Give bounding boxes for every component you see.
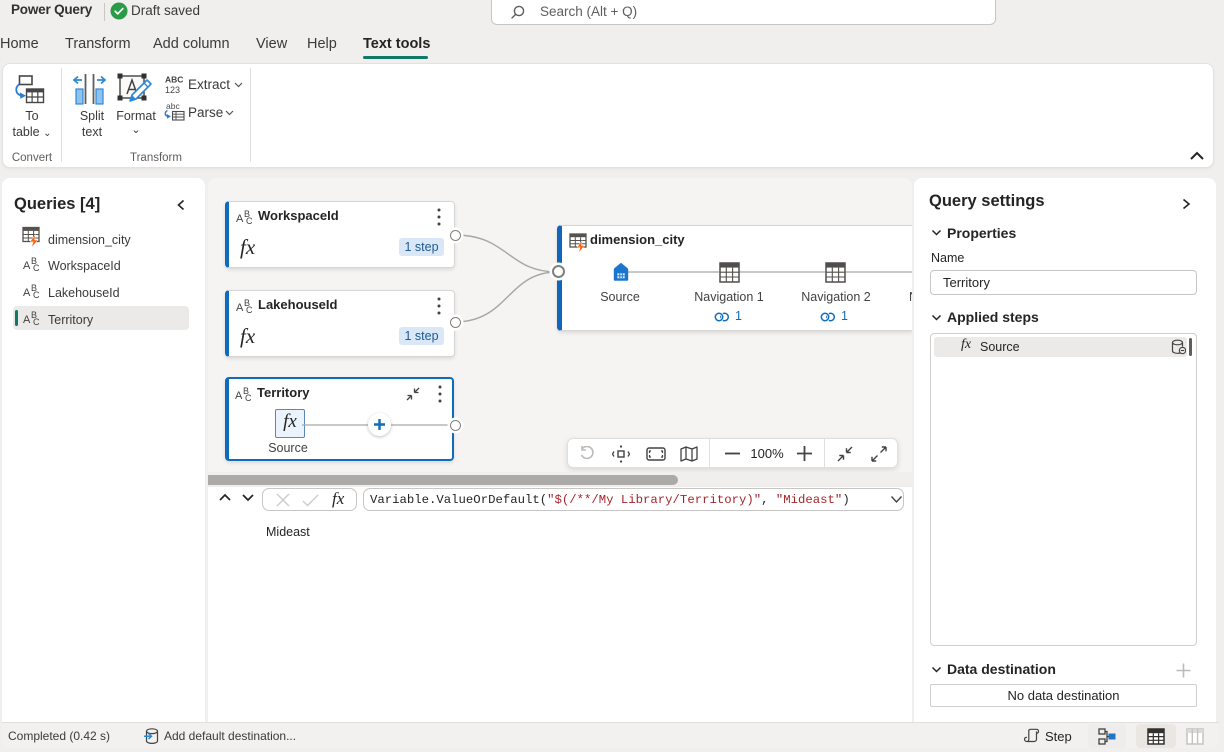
svg-text:ABC: ABC <box>165 75 183 85</box>
svg-text:C: C <box>33 263 40 272</box>
svg-text:A: A <box>23 260 31 272</box>
svg-text:C: C <box>245 393 252 402</box>
svg-text:A: A <box>23 287 31 299</box>
svg-text:A: A <box>236 302 244 314</box>
svg-text:A: A <box>235 390 243 402</box>
svg-text:C: C <box>33 290 40 299</box>
svg-text:abc: abc <box>166 101 180 111</box>
svg-text:C: C <box>246 305 253 314</box>
svg-text:C: C <box>33 317 40 326</box>
svg-text:A: A <box>236 213 244 225</box>
svg-text:A: A <box>23 314 31 326</box>
svg-text:123: 123 <box>165 85 180 94</box>
svg-text:C: C <box>246 216 253 225</box>
